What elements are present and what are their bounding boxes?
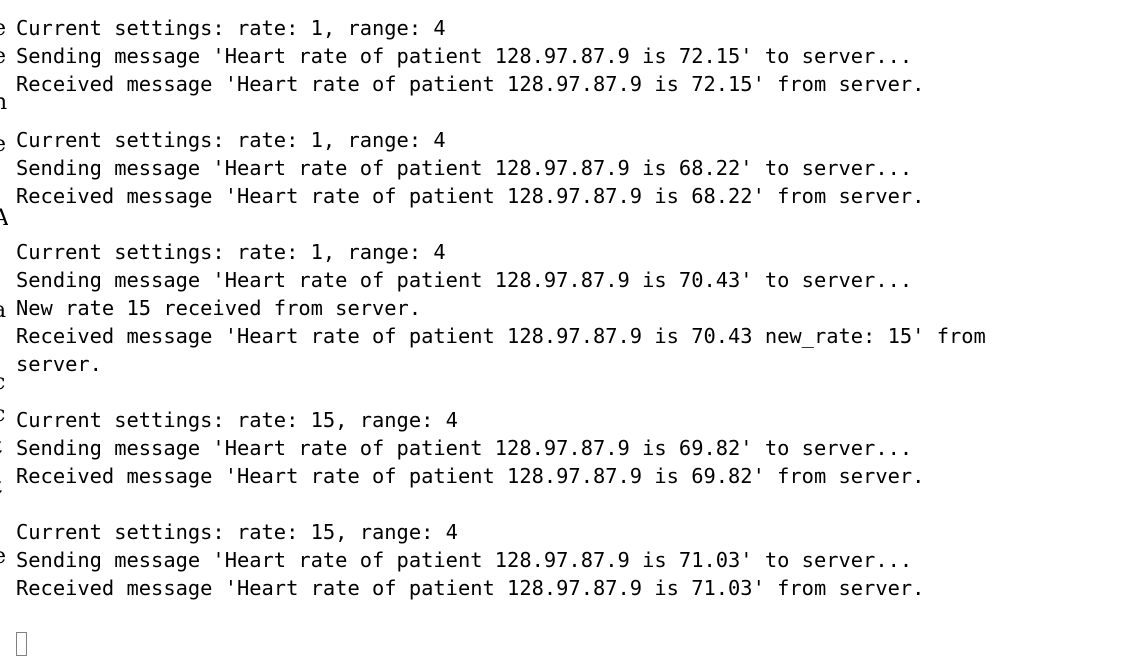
- prompt-line[interactable]: [16, 630, 986, 658]
- output-line: Sending message 'Heart rate of patient 1…: [16, 156, 913, 180]
- output-line: Sending message 'Heart rate of patient 1…: [16, 436, 913, 460]
- output-line-blank: [16, 490, 986, 518]
- output-line: New rate 15 received from server.: [16, 296, 422, 320]
- output-line: Current settings: rate: 1, range: 4: [16, 128, 446, 152]
- output-line: Current settings: rate: 1, range: 4: [16, 240, 446, 264]
- output-line: Current settings: rate: 15, range: 4: [16, 520, 458, 544]
- output-line: Sending message 'Heart rate of patient 1…: [16, 44, 913, 68]
- output-line: Received message 'Heart rate of patient …: [16, 576, 925, 600]
- block-cursor-icon: [16, 632, 27, 656]
- output-line-blank: [16, 378, 986, 406]
- output-line-blank: [16, 98, 986, 126]
- terminal-window[interactable]: e e n e A a c c t t ( e [ Current settin…: [0, 0, 1134, 662]
- output-line: Current settings: rate: 15, range: 4: [16, 408, 458, 432]
- output-line: Received message 'Heart rate of patient …: [16, 72, 925, 96]
- output-line: Received message 'Heart rate of patient …: [16, 184, 925, 208]
- output-line: Current settings: rate: 1, range: 4: [16, 16, 446, 40]
- output-line: Sending message 'Heart rate of patient 1…: [16, 268, 913, 292]
- output-line: Sending message 'Heart rate of patient 1…: [16, 548, 913, 572]
- output-line: server.: [16, 352, 102, 376]
- terminal-output: Current settings: rate: 1, range: 4 Sendi…: [16, 14, 986, 658]
- output-line-blank: [16, 210, 986, 238]
- background-window-edge: e e n e A a c c t t ( e [: [0, 18, 8, 648]
- output-line: Received message 'Heart rate of patient …: [16, 324, 986, 348]
- output-line: Received message 'Heart rate of patient …: [16, 464, 925, 488]
